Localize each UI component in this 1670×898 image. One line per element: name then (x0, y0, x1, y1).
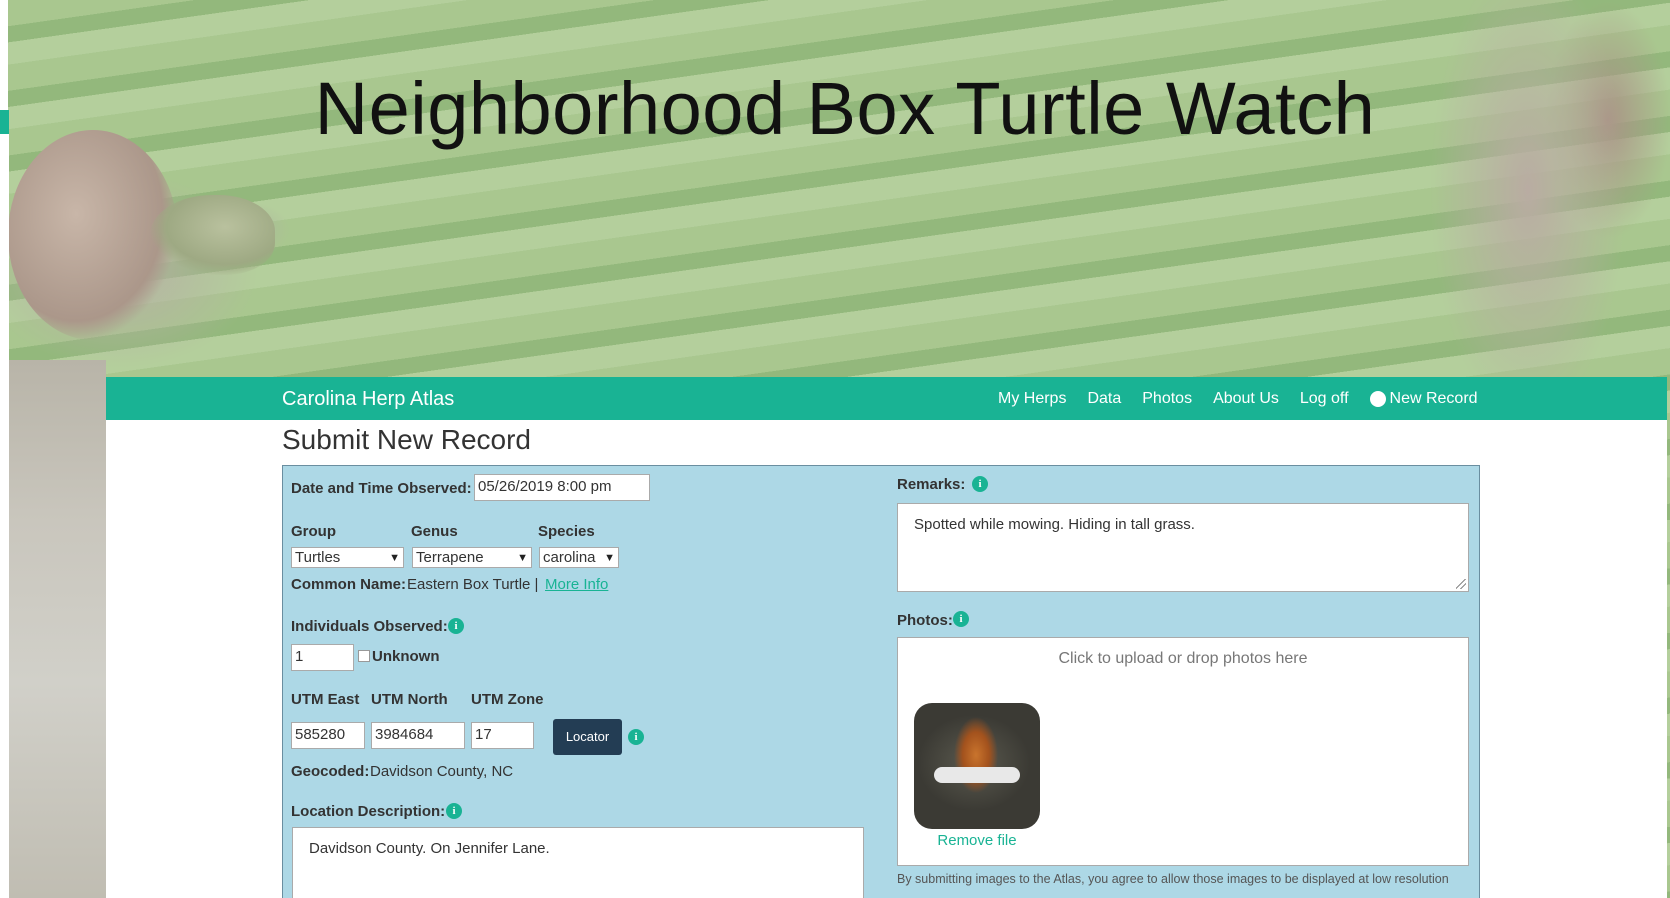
photo-disclaimer: By submitting images to the Atlas, you a… (897, 872, 1449, 886)
genus-select[interactable]: Terrapene ▼ (412, 547, 532, 568)
dropzone-message: Click to upload or drop photos here (1058, 650, 1308, 667)
resize-grip-icon[interactable] (1456, 579, 1466, 589)
nav-photos[interactable]: Photos (1142, 390, 1192, 408)
plus-circle-icon: + (1369, 391, 1386, 407)
dropdown-arrow-icon: ▼ (604, 551, 615, 564)
group-label: Group (291, 523, 336, 540)
brand-link[interactable]: Carolina Herp Atlas (282, 388, 454, 411)
dropdown-arrow-icon: ▼ (389, 551, 400, 564)
remove-file-link[interactable]: Remove file (914, 832, 1040, 849)
slide-title: Neighborhood Box Turtle Watch (314, 67, 1376, 150)
common-name-label: Common Name: (291, 576, 407, 593)
dropdown-arrow-icon: ▼ (517, 551, 528, 564)
remarks-label: Remarks: (897, 476, 966, 493)
slide-edge (0, 134, 9, 898)
nav-new-record[interactable]: + New Record (1369, 390, 1478, 408)
app-window: Carolina Herp Atlas My Herps Data Photos… (106, 377, 1667, 898)
genus-label: Genus (411, 523, 458, 540)
nav-my-herps[interactable]: My Herps (998, 390, 1066, 408)
utm-east-label: UTM East (291, 691, 360, 708)
individuals-input[interactable]: 1 (291, 644, 354, 671)
group-select-value: Turtles (295, 549, 341, 566)
unknown-checkbox[interactable] (358, 650, 370, 662)
nav-data[interactable]: Data (1087, 390, 1121, 408)
nav-about-us[interactable]: About Us (1213, 390, 1279, 408)
turtle-photo-head (150, 195, 275, 275)
individuals-label: Individuals Observed: (291, 618, 448, 635)
geocoded-label: Geocoded: (291, 763, 370, 780)
datetime-label: Date and Time Observed: (291, 480, 472, 497)
photos-label: Photos: (897, 612, 953, 629)
remarks-textarea[interactable]: Spotted while mowing. Hiding in tall gra… (897, 503, 1469, 592)
navbar: Carolina Herp Atlas My Herps Data Photos… (106, 377, 1667, 420)
photo-dropzone[interactable]: Click to upload or drop photos here Remo… (897, 637, 1469, 866)
page-title: Submit New Record (282, 424, 531, 455)
unknown-label: Unknown (372, 648, 440, 665)
more-info-link[interactable]: More Info (545, 576, 608, 593)
nav-links: My Herps Data Photos About Us Log off + … (998, 390, 1478, 408)
info-icon[interactable]: i (972, 476, 988, 492)
locator-button[interactable]: Locator (553, 719, 622, 755)
info-icon[interactable]: i (628, 729, 644, 745)
utm-zone-input[interactable]: 17 (471, 722, 534, 749)
record-form: Date and Time Observed: 05/26/2019 8:00 … (282, 465, 1480, 898)
rock-photo (8, 360, 106, 898)
nav-log-off[interactable]: Log off (1300, 390, 1349, 408)
upload-progress-bar (934, 767, 1020, 783)
info-icon[interactable]: i (953, 611, 969, 627)
photo-thumbnail (914, 703, 1040, 829)
species-select[interactable]: carolina ▼ (539, 547, 619, 568)
utm-zone-label: UTM Zone (471, 691, 544, 708)
info-icon[interactable]: i (448, 618, 464, 634)
location-description-textarea[interactable]: Davidson County. On Jennifer Lane. (292, 827, 864, 898)
info-icon[interactable]: i (446, 803, 462, 819)
datetime-input[interactable]: 05/26/2019 8:00 pm (474, 474, 650, 501)
utm-north-input[interactable]: 3984684 (371, 722, 465, 749)
utm-north-label: UTM North (371, 691, 448, 708)
utm-east-input[interactable]: 585280 (291, 722, 365, 749)
species-label: Species (538, 523, 595, 540)
geocoded-value: Davidson County, NC (370, 763, 514, 780)
genus-select-value: Terrapene (416, 549, 484, 566)
group-select[interactable]: Turtles ▼ (291, 547, 404, 568)
remarks-text: Spotted while mowing. Hiding in tall gra… (914, 516, 1195, 533)
location-description-label: Location Description: (291, 803, 446, 820)
common-name-value: Eastern Box Turtle | (407, 576, 539, 593)
nav-new-record-label: New Record (1389, 390, 1478, 407)
species-select-value: carolina (543, 549, 596, 566)
